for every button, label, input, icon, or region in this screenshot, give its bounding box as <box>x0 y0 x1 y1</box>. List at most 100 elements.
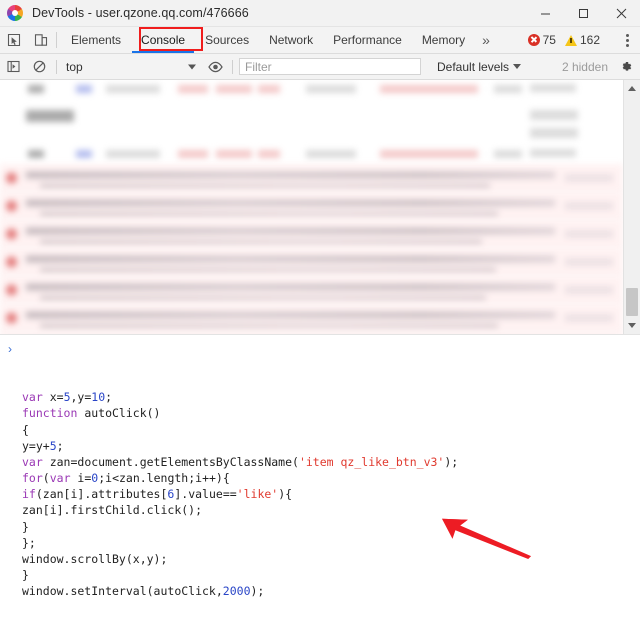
log-text-redacted <box>40 295 486 301</box>
error-circle-icon <box>528 34 540 46</box>
hidden-messages-label: 2 hidden <box>562 60 614 74</box>
log-row-redacted[interactable] <box>0 164 623 192</box>
code-token: window.scrollBy(x,y); <box>22 552 167 566</box>
error-icon <box>6 256 17 267</box>
execution-context-select[interactable]: top <box>61 57 202 76</box>
tab-performance[interactable]: Performance <box>323 27 412 53</box>
window-title: DevTools - user.qzone.qq.com/476666 <box>32 6 249 20</box>
warning-count-label: 162 <box>580 33 600 47</box>
maximize-button[interactable] <box>564 0 602 26</box>
warning-counter[interactable]: 162 <box>562 33 603 47</box>
chevron-down-icon <box>188 64 196 69</box>
code-token: 'like' <box>237 487 279 501</box>
code-token: ].value== <box>174 487 236 501</box>
close-button[interactable] <box>602 0 640 26</box>
log-row-redacted[interactable] <box>0 82 623 98</box>
log-source-redacted <box>565 286 613 293</box>
code-token: zan[i].firstChild.click(); <box>22 503 202 517</box>
code-token: } <box>22 520 29 534</box>
console-input-code[interactable]: var x=5,y=10;function autoClick(){y=y+5;… <box>0 389 640 599</box>
scroll-down-arrow-icon[interactable] <box>624 318 640 334</box>
code-token: ; <box>105 390 112 404</box>
code-token: 5 <box>64 390 71 404</box>
log-levels-select[interactable]: Default levels <box>437 60 521 74</box>
log-source-redacted <box>565 174 613 181</box>
code-token: window.setInterval(autoClick, <box>22 584 223 598</box>
chevron-down-icon <box>513 64 521 69</box>
console-prompt[interactable]: › var x=5,y=10;function autoClick(){y=y+… <box>0 334 640 640</box>
scroll-up-arrow-icon[interactable] <box>624 80 640 96</box>
console-message-area[interactable] <box>0 80 640 334</box>
tab-sources[interactable]: Sources <box>195 27 259 53</box>
code-token: { <box>22 423 29 437</box>
code-token: if <box>22 487 36 501</box>
tab-list: Elements Console Sources Network Perform… <box>61 27 475 53</box>
code-token: ); <box>251 584 265 598</box>
window-controls <box>526 0 640 26</box>
log-text-redacted <box>26 199 555 206</box>
log-row-redacted[interactable] <box>0 128 623 146</box>
console-scrollbar[interactable] <box>623 80 640 334</box>
code-token: for <box>22 471 43 485</box>
more-tabs-icon[interactable]: » <box>475 27 497 53</box>
error-icon <box>6 228 17 239</box>
log-row-redacted[interactable] <box>0 192 623 220</box>
code-token: var <box>50 471 78 485</box>
gear-icon[interactable] <box>614 60 640 74</box>
code-line: for(var i=0;i<zan.length;i++){ <box>22 470 640 486</box>
code-line: { <box>22 422 640 438</box>
error-icon <box>6 172 17 183</box>
code-token: }; <box>22 536 36 550</box>
code-token: ;i<zan.length;i++){ <box>98 471 230 485</box>
code-token: zan=document.getElementsByClassName( <box>50 455 299 469</box>
code-token: ,y= <box>71 390 92 404</box>
toolbar-divider <box>56 32 57 48</box>
log-row-redacted[interactable] <box>0 108 623 126</box>
tab-label: Elements <box>71 33 121 47</box>
tab-label: Performance <box>333 33 402 47</box>
error-icon <box>6 284 17 295</box>
console-sidebar-icon[interactable] <box>0 60 26 73</box>
log-row-redacted[interactable] <box>0 248 623 276</box>
log-text-redacted <box>26 227 555 234</box>
tab-label: Sources <box>205 33 249 47</box>
log-text-redacted <box>40 267 496 273</box>
log-text-redacted <box>40 183 490 189</box>
minimize-button[interactable] <box>526 0 564 26</box>
code-line: var zan=document.getElementsByClassName(… <box>22 454 640 470</box>
log-source-redacted <box>565 314 613 321</box>
clear-console-icon[interactable] <box>26 60 52 73</box>
code-line: if(zan[i].attributes[6].value=='like'){ <box>22 486 640 502</box>
log-row-redacted[interactable] <box>0 276 623 304</box>
log-text-redacted <box>26 171 555 178</box>
code-line: window.scrollBy(x,y); <box>22 551 640 567</box>
device-toolbar-icon[interactable] <box>27 27 54 53</box>
code-token: y=y+ <box>22 439 50 453</box>
warning-triangle-icon <box>565 35 577 46</box>
log-row-redacted[interactable] <box>0 220 623 248</box>
tab-elements[interactable]: Elements <box>61 27 131 53</box>
tab-console[interactable]: Console <box>131 27 195 53</box>
log-source-redacted <box>565 230 613 237</box>
scrollbar-thumb[interactable] <box>626 288 638 316</box>
code-token: ; <box>57 439 64 453</box>
devtools-window: DevTools - user.qzone.qq.com/476666 <box>0 0 640 640</box>
code-token: ); <box>444 455 458 469</box>
log-row-redacted[interactable] <box>0 304 623 332</box>
code-line: function autoClick() <box>22 405 640 421</box>
code-line: } <box>22 567 640 583</box>
code-token: ( <box>43 471 50 485</box>
inspect-element-icon[interactable] <box>0 27 27 53</box>
tab-network[interactable]: Network <box>259 27 323 53</box>
tab-label: Memory <box>422 33 465 47</box>
code-line: }; <box>22 535 640 551</box>
toolbar-divider <box>232 60 233 74</box>
live-expression-eye-icon[interactable] <box>202 61 228 73</box>
code-token: (zan[i].attributes[ <box>36 487 168 501</box>
error-counter[interactable]: 75 <box>525 33 559 47</box>
code-token: 'item qz_like_btn_v3' <box>299 455 444 469</box>
log-row-redacted[interactable] <box>0 148 623 164</box>
filter-input[interactable]: Filter <box>239 58 421 75</box>
tab-memory[interactable]: Memory <box>412 27 475 53</box>
kebab-menu-icon[interactable] <box>616 34 638 47</box>
